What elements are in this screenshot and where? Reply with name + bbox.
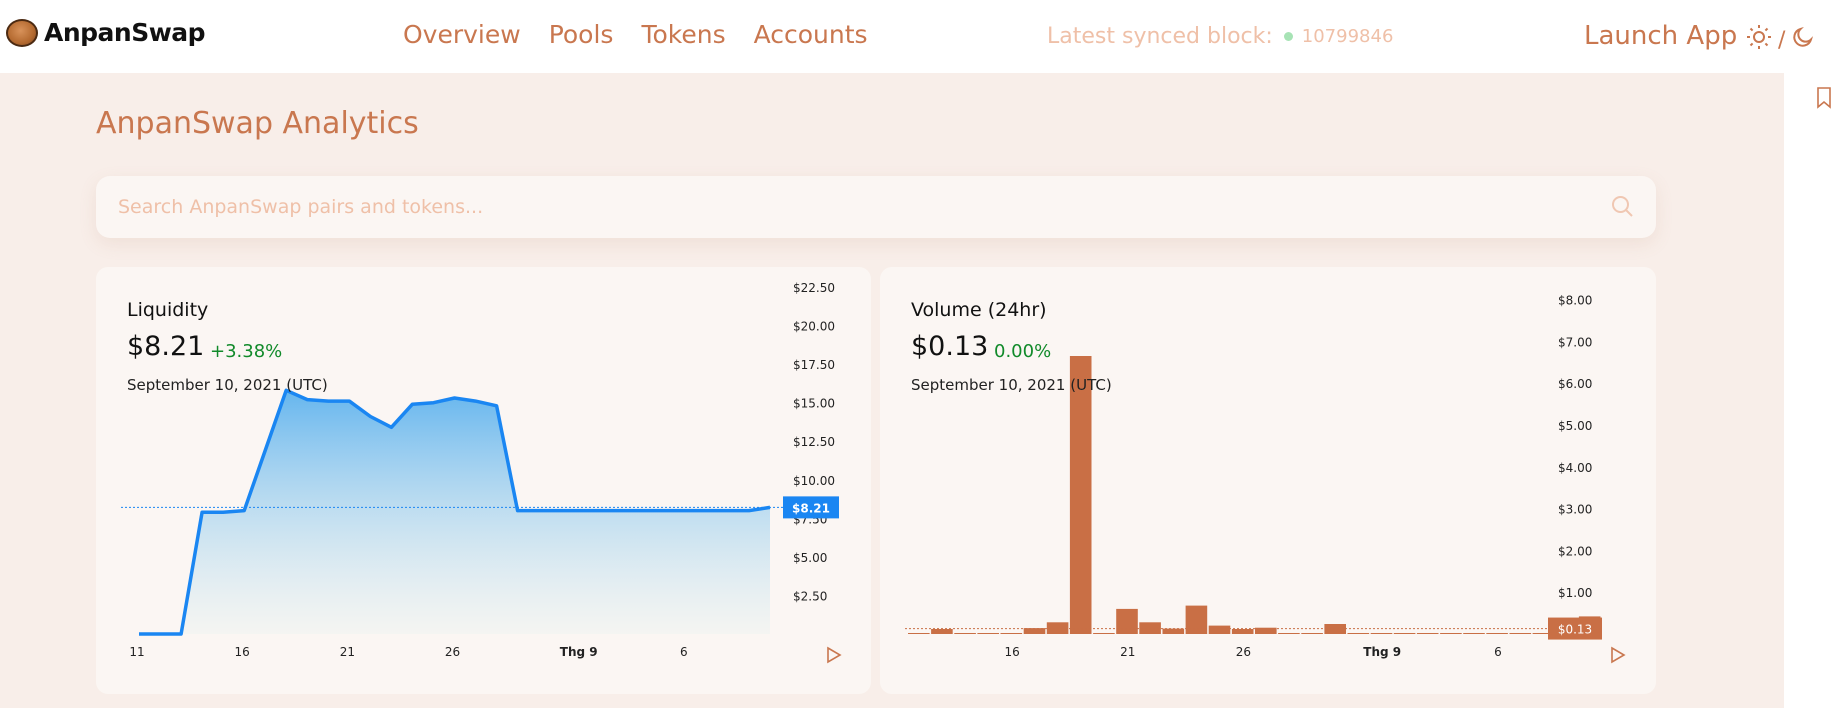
volume-bar bbox=[1370, 633, 1393, 634]
x-tick-label: Thg 9 bbox=[560, 645, 598, 659]
theme-separator: / bbox=[1778, 27, 1786, 53]
play-icon[interactable] bbox=[1610, 646, 1626, 668]
volume-change: 0.00% bbox=[994, 341, 1052, 362]
volume-bar bbox=[1069, 356, 1092, 634]
volume-bar bbox=[954, 633, 976, 634]
volume-chart[interactable]: $1.00 $2.00 $3.00 $4.00 $5.00 $6.00 $7.00 $8.00… bbox=[880, 267, 1656, 694]
y-tick-label: $6.00 bbox=[1558, 377, 1592, 391]
y-tick-label: $20.00 bbox=[793, 320, 835, 334]
nav-tokens[interactable]: Tokens bbox=[641, 20, 725, 49]
volume-bar bbox=[1231, 629, 1254, 634]
y-tick-label: $8.00 bbox=[1558, 294, 1592, 308]
current-value-label: $8.21 bbox=[792, 501, 830, 515]
current-value-label: $0.13 bbox=[1558, 623, 1592, 637]
search-input[interactable] bbox=[118, 192, 1578, 222]
volume-bar bbox=[1162, 628, 1185, 634]
anpan-logo-icon bbox=[6, 18, 38, 47]
volume-bar bbox=[1278, 633, 1300, 634]
volume-bar bbox=[1393, 633, 1416, 634]
liquidity-title: Liquidity bbox=[127, 299, 209, 321]
liquidity-card: $2.50 $5.00 $7.50 $10.00 $12.50 $15.00 $17.50 $… bbox=[96, 267, 871, 694]
sync-block-number: 10799846 bbox=[1301, 26, 1394, 47]
volume-bar bbox=[977, 633, 999, 634]
liquidity-change: +3.38% bbox=[210, 341, 283, 362]
volume-bar bbox=[1301, 633, 1323, 634]
y-tick-label: $15.00 bbox=[793, 397, 835, 411]
volume-bar bbox=[1486, 633, 1508, 634]
x-tick-label: 6 bbox=[680, 645, 688, 659]
x-tick-label: 16 bbox=[1004, 645, 1019, 659]
volume-bar bbox=[1208, 625, 1231, 634]
x-tick-label: 11 bbox=[129, 645, 144, 659]
y-tick-label: $22.50 bbox=[793, 281, 835, 295]
volume-title: Volume (24hr) bbox=[911, 299, 1047, 321]
x-tick-label: 21 bbox=[340, 645, 355, 659]
launch-app-button[interactable]: Launch App bbox=[1584, 21, 1737, 51]
x-tick-label: 26 bbox=[445, 645, 460, 659]
volume-bar bbox=[931, 629, 953, 634]
volume-bar bbox=[1509, 633, 1532, 634]
y-tick-label: $2.50 bbox=[793, 589, 827, 603]
y-tick-label: $12.50 bbox=[793, 435, 835, 449]
sync-status-dot bbox=[1283, 32, 1293, 41]
liquidity-chart[interactable]: $2.50$5.00$7.50$10.00$12.50$15.00$17.50$… bbox=[96, 267, 871, 694]
nav-accounts[interactable]: Accounts bbox=[754, 20, 868, 49]
x-tick-label: Thg 9 bbox=[1363, 645, 1401, 659]
volume-bar bbox=[908, 633, 930, 634]
nav-overview[interactable]: Overview bbox=[403, 20, 521, 49]
y-tick-label: $17.50 bbox=[793, 358, 835, 372]
logo-text: AnpanSwap bbox=[44, 18, 206, 47]
volume-value: $0.13 bbox=[911, 331, 989, 362]
top-navigation-bar: AnpanSwap Overview Pools Tokens Accounts… bbox=[0, 0, 1832, 73]
y-tick-label: $1.00 bbox=[1558, 586, 1592, 600]
main-nav: Overview Pools Tokens Accounts bbox=[403, 20, 868, 49]
sun-icon[interactable] bbox=[1746, 24, 1772, 56]
bookmark-icon[interactable] bbox=[1816, 87, 1832, 113]
x-tick-label: 6 bbox=[1494, 645, 1502, 659]
play-icon[interactable] bbox=[826, 646, 842, 668]
volume-card: $1.00 $2.00 $3.00 $4.00 $5.00 $6.00 $7.00 $8.00… bbox=[880, 267, 1656, 694]
y-tick-label: $2.00 bbox=[1558, 544, 1592, 558]
volume-bar bbox=[1347, 633, 1370, 634]
right-side-panel bbox=[1784, 73, 1832, 708]
page-title: AnpanSwap Analytics bbox=[96, 106, 419, 141]
x-tick-label: 26 bbox=[1236, 645, 1251, 659]
sync-status: Latest synced block: 10799846 bbox=[1047, 24, 1393, 49]
y-tick-label: $4.00 bbox=[1558, 461, 1592, 475]
y-tick-label: $7.00 bbox=[1558, 335, 1592, 349]
volume-date: September 10, 2021 (UTC) bbox=[911, 376, 1112, 394]
moon-icon[interactable] bbox=[1791, 25, 1815, 55]
x-tick-label: 16 bbox=[235, 645, 250, 659]
volume-bar bbox=[1093, 633, 1115, 634]
search-bar bbox=[96, 176, 1656, 238]
search-icon[interactable] bbox=[1610, 194, 1634, 222]
liquidity-date: September 10, 2021 (UTC) bbox=[127, 376, 328, 394]
volume-bar bbox=[1185, 605, 1208, 634]
sync-label: Latest synced block: bbox=[1047, 24, 1273, 49]
volume-bar bbox=[1440, 633, 1462, 634]
logo[interactable]: AnpanSwap bbox=[6, 18, 206, 47]
y-tick-label: $3.00 bbox=[1558, 503, 1592, 517]
volume-bar bbox=[1116, 608, 1138, 634]
liquidity-value: $8.21 bbox=[127, 331, 205, 362]
volume-bar bbox=[1000, 633, 1023, 634]
volume-bar bbox=[1416, 633, 1439, 634]
y-tick-label: $5.00 bbox=[1558, 419, 1592, 433]
volume-bar bbox=[1463, 633, 1485, 634]
x-tick-label: 21 bbox=[1120, 645, 1135, 659]
y-tick-label: $10.00 bbox=[793, 474, 835, 488]
y-tick-label: $5.00 bbox=[793, 551, 827, 565]
nav-pools[interactable]: Pools bbox=[549, 20, 614, 49]
theme-toggle: / bbox=[1746, 24, 1815, 56]
